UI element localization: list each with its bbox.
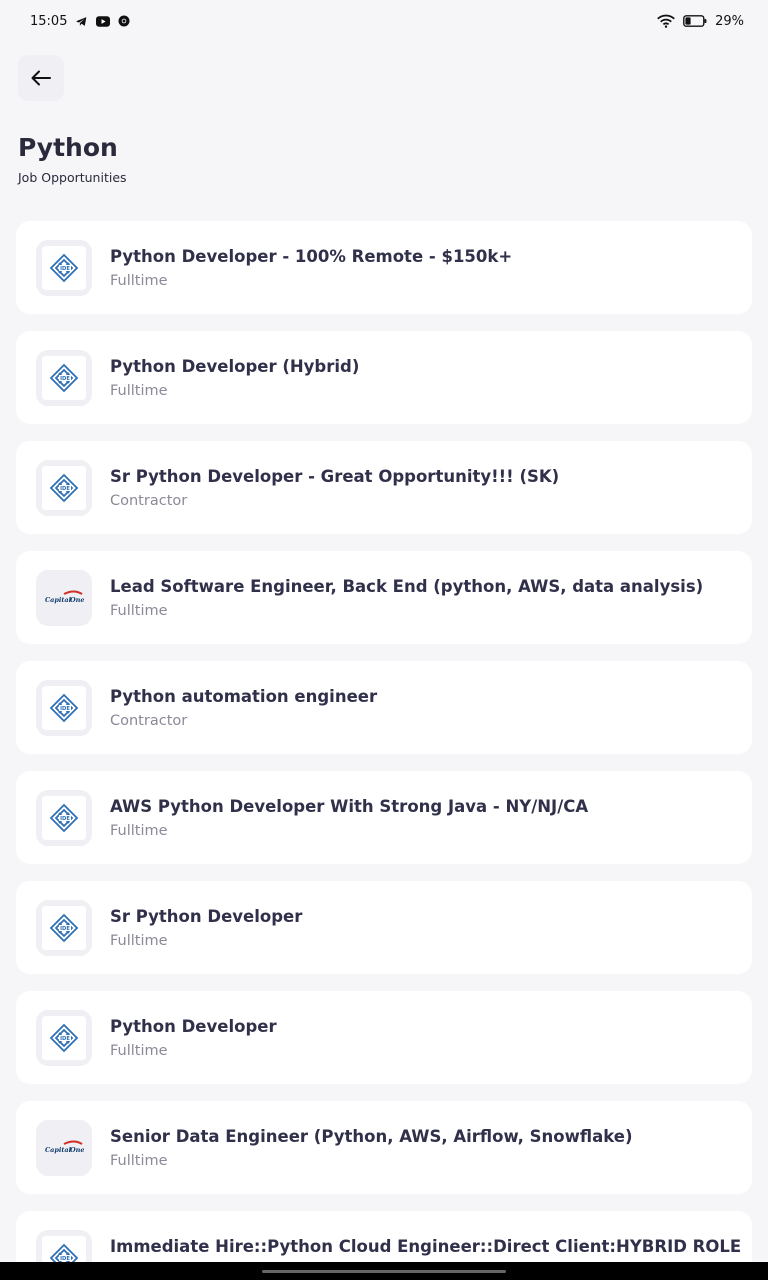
job-card[interactable]: IDE Python automation engineer Contractor (16, 661, 752, 754)
battery-icon (683, 15, 707, 27)
page-subtitle: Job Opportunities (18, 170, 127, 185)
job-card[interactable]: IDE Python Developer Fulltime (16, 991, 752, 1084)
job-text: Lead Software Engineer, Back End (python… (110, 577, 703, 619)
job-title: Sr Python Developer - Great Opportunity!… (110, 466, 560, 486)
wifi-icon (657, 14, 675, 28)
job-text: Sr Python Developer - Great Opportunity!… (110, 467, 559, 509)
job-title: Senior Data Engineer (Python, AWS, Airfl… (110, 1126, 633, 1146)
job-type: Fulltime (110, 602, 168, 619)
ide-logo-icon: IDE (42, 795, 86, 840)
svg-text:IDE: IDE (60, 1255, 70, 1261)
battery-percent: 29% (715, 13, 744, 29)
job-card[interactable]: Capital One Senior Data Engineer (Python, … (16, 1101, 752, 1194)
job-type: Fulltime (110, 1042, 168, 1059)
job-title: Immediate Hire::Python Cloud Engineer::D… (110, 1236, 742, 1256)
ide-logo-icon: IDE (42, 905, 86, 950)
job-title: Sr Python Developer (110, 906, 303, 926)
company-logo: IDE (36, 239, 92, 296)
svg-text:One: One (70, 596, 84, 604)
job-type: Fulltime (110, 822, 168, 839)
job-title: Python Developer (110, 1016, 277, 1036)
job-title: Lead Software Engineer, Back End (python… (110, 576, 704, 596)
job-text: Python automation engineer Contractor (110, 687, 377, 729)
svg-text:Capital: Capital (45, 596, 72, 604)
job-card[interactable]: IDE Sr Python Developer Fulltime (16, 881, 752, 974)
job-text: AWS Python Developer With Strong Java - … (110, 797, 588, 839)
ide-logo-icon: IDE (42, 685, 86, 730)
status-time: 15:05 (30, 13, 68, 29)
status-right: 29% (657, 14, 744, 29)
ide-logo-icon: IDE (42, 355, 86, 400)
company-logo: IDE (36, 459, 92, 516)
company-logo: IDE (36, 349, 92, 406)
status-bar: 15:05 29% (0, 0, 768, 42)
job-type: Contractor (110, 712, 188, 729)
svg-text:IDE: IDE (60, 1035, 70, 1041)
job-type: Fulltime (110, 382, 168, 399)
company-logo: IDE (36, 789, 92, 846)
svg-text:IDE: IDE (60, 375, 70, 381)
ide-logo-icon: IDE (42, 1015, 86, 1060)
svg-text:IDE: IDE (60, 705, 70, 711)
job-text: Python Developer Fulltime (110, 1017, 277, 1059)
company-logo: IDE (36, 679, 92, 736)
ide-logo-icon: IDE (42, 245, 86, 290)
page-title: Python (18, 133, 118, 162)
company-logo: IDE (36, 899, 92, 956)
navigation-bar (0, 1262, 768, 1280)
job-type: Contractor (110, 492, 188, 509)
job-title: AWS Python Developer With Strong Java - … (110, 796, 589, 816)
ide-logo-icon: IDE (42, 465, 86, 510)
job-card[interactable]: IDE Python Developer (Hybrid) Fulltime (16, 331, 752, 424)
arrow-left-icon (31, 70, 51, 86)
capital-one-logo-icon: Capital One (42, 1126, 86, 1170)
job-title: Python Developer - 100% Remote - $150k+ (110, 246, 513, 266)
job-card[interactable]: IDE AWS Python Developer With Strong Java… (16, 771, 752, 864)
job-title: Python automation engineer (110, 686, 378, 706)
svg-text:IDE: IDE (60, 925, 70, 931)
youtube-icon (96, 15, 111, 27)
job-text: Python Developer - 100% Remote - $150k+ F… (110, 247, 512, 289)
job-list: IDE Python Developer - 100% Remote - $150… (16, 221, 752, 1280)
svg-text:Capital: Capital (45, 1146, 72, 1154)
back-button[interactable] (18, 55, 64, 101)
job-title: Python Developer (Hybrid) (110, 356, 360, 376)
job-type: Fulltime (110, 272, 168, 289)
svg-text:One: One (70, 1146, 84, 1154)
job-text: Senior Data Engineer (Python, AWS, Airfl… (110, 1127, 633, 1169)
job-text: Python Developer (Hybrid) Fulltime (110, 357, 359, 399)
telegram-icon (75, 15, 88, 28)
home-indicator[interactable] (262, 1269, 506, 1273)
svg-text:IDE: IDE (60, 485, 70, 491)
job-card[interactable]: IDE Python Developer - 100% Remote - $150… (16, 221, 752, 314)
capital-one-logo-icon: Capital One (42, 576, 86, 620)
chrome-icon (118, 15, 130, 27)
job-card[interactable]: IDE Sr Python Developer - Great Opportuni… (16, 441, 752, 534)
company-logo: IDE (36, 1009, 92, 1066)
job-text: Sr Python Developer Fulltime (110, 907, 302, 949)
company-logo: Capital One (36, 1119, 92, 1176)
svg-text:IDE: IDE (60, 265, 70, 271)
job-card[interactable]: Capital One Lead Software Engineer, Back E… (16, 551, 752, 644)
job-type: Fulltime (110, 1152, 168, 1169)
company-logo: Capital One (36, 569, 92, 626)
job-type: Fulltime (110, 932, 168, 949)
svg-text:IDE: IDE (60, 815, 70, 821)
status-left: 15:05 (30, 14, 130, 29)
